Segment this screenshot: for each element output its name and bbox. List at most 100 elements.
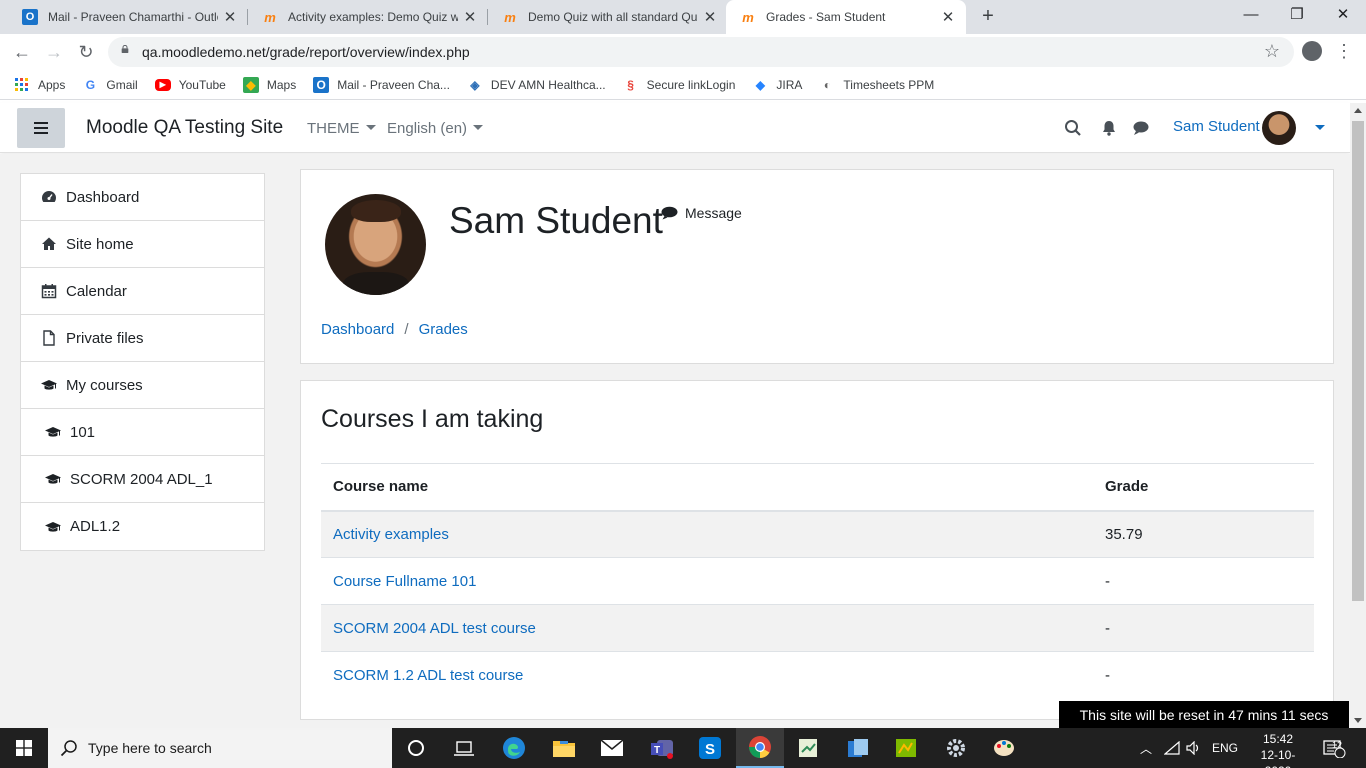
language-menu[interactable]: English (en) (387, 120, 484, 137)
paint-icon[interactable] (980, 728, 1028, 768)
profile-icon[interactable] (1302, 41, 1322, 61)
user-menu-name[interactable]: Sam Student (1173, 118, 1260, 135)
bookmark-mail[interactable]: O Mail - Praveen Cha... (313, 76, 450, 93)
course-link[interactable]: Activity examples (321, 510, 1093, 558)
bookmark-label: DEV AMN Healthca... (490, 77, 606, 92)
scroll-down-arrow-icon[interactable] (1354, 718, 1362, 723)
browser-menu-icon[interactable]: ⋮ (1334, 40, 1354, 62)
sidebar-item-scorm-2004[interactable]: SCORM 2004 ADL_1 (21, 456, 264, 503)
app-icon[interactable] (882, 728, 930, 768)
system-clock[interactable]: 15:42 12-10-2020 (1248, 731, 1308, 768)
close-tab-icon[interactable]: ✕ (940, 8, 956, 26)
sidebar-item-calendar[interactable]: Calendar (21, 268, 264, 315)
windows-taskbar: Type here to search T S ︿ ENG 15:42 12-1… (0, 728, 1366, 768)
column-header-course: Course name (321, 463, 1093, 512)
breadcrumb-dashboard[interactable]: Dashboard (321, 321, 394, 338)
network-icon[interactable] (1164, 728, 1180, 768)
back-button[interactable]: ← (10, 40, 34, 64)
restore-button[interactable]: ❐ (1274, 4, 1320, 28)
sidebar-item-label: My courses (66, 376, 143, 394)
bookmark-label: Maps (266, 77, 297, 92)
sidebar-item-my-courses[interactable]: My courses (21, 362, 264, 409)
bookmark-maps[interactable]: ◆ Maps (242, 76, 297, 93)
bookmark-dev[interactable]: ◈ DEV AMN Healthca... (467, 77, 606, 93)
close-window-button[interactable]: ✕ (1320, 4, 1366, 28)
table-row: SCORM 1.2 ADL test course - (321, 651, 1314, 699)
reload-button[interactable]: ↻ (74, 40, 98, 64)
timesheet-icon: ◐ (823, 77, 832, 92)
bookmark-youtube[interactable]: ▶ YouTube (154, 78, 226, 92)
teams-icon[interactable]: T (638, 728, 686, 768)
cortana-icon[interactable] (392, 728, 440, 768)
sidebar-item-private-files[interactable]: Private files (21, 315, 264, 362)
graduation-cap-icon (45, 427, 61, 437)
input-language[interactable]: ENG (1212, 728, 1238, 768)
chat-icon[interactable] (1132, 119, 1150, 137)
volume-icon[interactable] (1186, 728, 1202, 768)
course-link[interactable]: SCORM 1.2 ADL test course (321, 651, 1093, 699)
taskbar-search-box[interactable]: Type here to search (48, 728, 392, 768)
browser-tab-grades[interactable]: m Grades - Sam Student ✕ (726, 0, 966, 34)
bookmark-apps[interactable]: Apps (14, 77, 65, 93)
new-tab-button[interactable]: + (976, 5, 1000, 29)
site-reset-notice: This site will be reset in 47 mins 11 se… (1059, 701, 1349, 728)
browser-tab-quiz[interactable]: m Demo Quiz with all standard Quiz ✕ (488, 0, 728, 34)
url-bar[interactable]: qa.moodledemo.net/grade/report/overview/… (108, 37, 1294, 67)
search-icon[interactable] (1064, 119, 1082, 137)
task-view-icon[interactable] (440, 728, 488, 768)
bookmark-star-icon[interactable]: ☆ (1264, 41, 1280, 62)
file-explorer-icon[interactable] (540, 728, 588, 768)
edge-icon[interactable] (490, 728, 538, 768)
sidebar-item-adl12[interactable]: ADL1.2 (21, 503, 264, 550)
bookmark-gmail[interactable]: G Gmail (82, 77, 138, 93)
bookmark-timesheets[interactable]: ◐ Timesheets PPM (819, 77, 935, 93)
settings-gear-icon[interactable] (932, 728, 980, 768)
close-tab-icon[interactable]: ✕ (462, 8, 478, 26)
message-button[interactable]: Message (661, 205, 742, 221)
page-scrollbar[interactable] (1350, 103, 1366, 728)
bookmark-label: Gmail (106, 77, 138, 92)
sidebar-item-site-home[interactable]: Site home (21, 221, 264, 268)
bookmark-jira[interactable]: ◆ JIRA (752, 77, 803, 93)
graduation-cap-icon (45, 474, 61, 484)
app-icon[interactable] (834, 728, 882, 768)
grade-cell: 35.79 (1093, 510, 1314, 558)
notepad-icon[interactable] (784, 728, 832, 768)
bell-icon[interactable] (1100, 119, 1118, 137)
bookmark-secure-link[interactable]: § Secure linkLogin (623, 77, 735, 93)
bookmark-label: Mail - Praveen Cha... (337, 77, 450, 92)
breadcrumb-grades[interactable]: Grades (419, 321, 468, 338)
mail-icon[interactable] (588, 728, 636, 768)
close-tab-icon[interactable]: ✕ (702, 8, 718, 26)
moodle-icon: m (264, 9, 276, 25)
course-link[interactable]: SCORM 2004 ADL test course (321, 604, 1093, 652)
moodle-navbar: Moodle QA Testing Site THEME English (en… (0, 103, 1350, 153)
course-link[interactable]: Course Fullname 101 (321, 557, 1093, 605)
browser-tab-outlook[interactable]: O Mail - Praveen Chamarthi - Outlo ✕ (8, 0, 248, 34)
url-text[interactable]: qa.moodledemo.net/grade/report/overview/… (142, 44, 470, 60)
theme-menu[interactable]: THEME (307, 120, 376, 137)
forward-button[interactable]: → (42, 40, 66, 64)
start-button[interactable] (0, 728, 48, 768)
grade-cell: - (1093, 651, 1314, 699)
skype-icon[interactable]: S (686, 728, 734, 768)
bookmark-label: JIRA (776, 77, 803, 92)
close-tab-icon[interactable]: ✕ (222, 8, 238, 26)
sidebar-item-dashboard[interactable]: Dashboard (21, 174, 264, 221)
page-header-card: Sam Student Message Dashboard / Grades (300, 169, 1334, 364)
browser-tab-activity[interactable]: m Activity examples: Demo Quiz wit ✕ (248, 0, 488, 34)
drawer-toggle-button[interactable] (17, 108, 65, 148)
sidebar-item-course-101[interactable]: 101 (21, 409, 264, 456)
minimize-button[interactable]: — (1228, 4, 1274, 28)
site-name-link[interactable]: Moodle QA Testing Site (86, 117, 283, 139)
user-menu-caret-icon[interactable] (1315, 125, 1325, 130)
tray-chevron-icon[interactable]: ︿ (1140, 728, 1152, 768)
svg-text:T: T (654, 745, 660, 756)
chrome-icon[interactable] (736, 728, 784, 768)
scrollbar-thumb[interactable] (1352, 121, 1364, 601)
windows-logo-icon (16, 740, 32, 756)
scroll-up-arrow-icon[interactable] (1354, 108, 1362, 113)
profile-picture[interactable] (325, 194, 426, 295)
user-avatar[interactable] (1262, 111, 1296, 145)
bookmark-label: Timesheets PPM (843, 77, 935, 92)
